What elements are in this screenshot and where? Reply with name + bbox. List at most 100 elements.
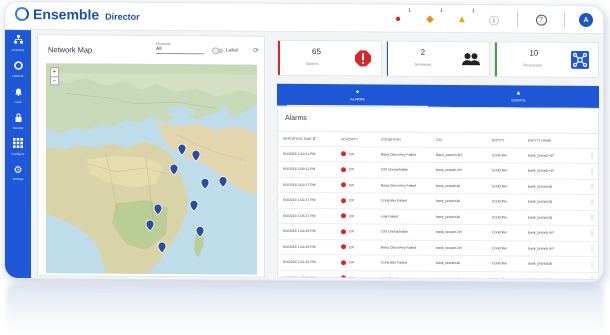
critical-severity-icon: [341, 229, 346, 235]
row-menu-icon[interactable]: ⋮: [586, 183, 598, 190]
stat-accent: [386, 41, 389, 76]
critical-severity-icon: [341, 244, 346, 250]
top-icons: ● 1 ◆ 1 ▲ 1 ⓘ ? A: [389, 8, 593, 29]
elements-select-value: All: [156, 45, 204, 55]
column-header-entity-name[interactable]: ENTITY NAME: [528, 138, 586, 142]
sidebar-item-label: Network: [12, 73, 24, 78]
severity-cell: CR: [341, 182, 381, 188]
severity-cell: CR: [341, 151, 381, 157]
entity-name-cell: bank_branch48: [528, 261, 553, 266]
column-header-entity[interactable]: ENTITY: [492, 138, 528, 142]
critical-severity-icon: [341, 213, 346, 219]
sidebar-item-security[interactable]: Security: [5, 108, 31, 134]
alarm-major-icon[interactable]: ◆ 1: [421, 8, 443, 28]
column-header-severity[interactable]: SEVERITY: [341, 137, 381, 141]
severity-text: CR: [349, 198, 355, 203]
stat-accent: [278, 40, 280, 75]
severity-cell: CR: [341, 167, 381, 173]
entity-name-cell: bank_branch-NY: [528, 230, 555, 235]
sidebar-item-settings[interactable]: ⚙ Settings: [5, 160, 31, 186]
warning-badge: 1: [472, 8, 475, 15]
column-header-condition[interactable]: CONDITION: [381, 137, 436, 141]
row-menu-icon[interactable]: ⋮: [586, 199, 598, 206]
lock-icon: [14, 112, 23, 123]
zoom-in-button[interactable]: +: [51, 68, 58, 76]
map-canvas: [46, 63, 257, 275]
refresh-icon[interactable]: ⟳: [253, 47, 259, 55]
reported-time-cell: 6/4/2018 1:02:25 PM: [283, 275, 316, 280]
sidebar-item-inventory[interactable]: Inventory: [5, 30, 31, 56]
info-icon[interactable]: ⓘ: [485, 10, 503, 28]
stat-label: Sessions: [414, 61, 431, 67]
divider: [517, 11, 518, 28]
table-row[interactable]: 6/4/2018 1:02:25 PM CR Link Failed bank_bra…: [278, 270, 599, 281]
toggle-knob: [212, 46, 219, 54]
reported-time-cell: 6/4/2018 1:02:25 PM: [283, 244, 316, 249]
critical-badge: 1: [408, 7, 411, 14]
sidebar-item-network[interactable]: Network: [5, 56, 31, 82]
grid-icon: [13, 137, 23, 150]
alarm-dot-icon: ●: [355, 89, 360, 96]
alarm-critical-icon[interactable]: ● 1: [389, 8, 411, 28]
cid-cell: bank_branch-NY: [436, 168, 463, 173]
row-menu-icon[interactable]: ⋮: [586, 168, 598, 175]
row-menu-icon[interactable]: ⋮: [586, 152, 598, 159]
severity-cell: CR: [341, 275, 381, 281]
row-menu-icon[interactable]: ⋮: [586, 276, 598, 280]
logo[interactable]: Ensemble Director: [15, 6, 140, 23]
stat-value: 2: [420, 47, 426, 57]
entity-name-cell: bank_branch-NY: [528, 153, 555, 158]
stat-accent: [495, 42, 497, 77]
divider: [564, 11, 565, 28]
product-name: Director: [105, 11, 140, 22]
cid-cell: bank_branch48: [436, 214, 461, 219]
entity-cell: Controller: [492, 246, 508, 251]
stat-card-sessions[interactable]: 2 Sessions: [385, 40, 491, 78]
stat-card-alarms[interactable]: 65 Alarms: [277, 39, 382, 77]
tab-label: EVENTS: [511, 98, 526, 103]
alarms-title: Alarms: [285, 114, 307, 123]
sort-icon: ⇵: [312, 136, 316, 142]
zoom-out-button[interactable]: −: [51, 76, 58, 85]
toggle-track: [212, 46, 223, 54]
zoom-control: + −: [50, 67, 59, 86]
row-menu-icon[interactable]: ⋮: [586, 245, 598, 252]
row-menu-icon[interactable]: ⋮: [586, 230, 598, 237]
gear-icon: ⚙: [13, 164, 23, 176]
elements-select[interactable]: Elements All: [156, 42, 204, 55]
users-icon: [461, 49, 481, 69]
help-icon[interactable]: ?: [532, 11, 550, 29]
alert-icon: [353, 48, 373, 68]
sidebar-item-fault[interactable]: Fault: [5, 82, 31, 108]
sidebar-item-configure[interactable]: Configure: [5, 134, 31, 160]
reported-time-cell: 6/4/2018 1:02:25 PM: [283, 229, 316, 234]
entity-name-cell: bank_branch48: [528, 184, 553, 189]
sidebar: Inventory Network Fault Security Configu…: [5, 29, 31, 279]
world-map[interactable]: + −: [46, 63, 257, 275]
network-map-card: Network Map Elements All Label ⟳ + −: [37, 34, 265, 278]
entity-name-cell: bank_branch48: [528, 215, 553, 220]
tab-alarms[interactable]: ● ALARMS: [277, 84, 438, 107]
sidebar-item-label: Settings: [12, 176, 24, 181]
severity-cell: CR: [341, 213, 381, 219]
reported-time-cell: 6/4/2018 2:02:27 PM: [283, 182, 316, 187]
critical-severity-icon: [341, 275, 346, 281]
severity-cell: CR: [341, 198, 381, 204]
alarm-event-tabs: ● ALARMS ▲ EVENTS: [277, 83, 599, 109]
reflection: [6, 283, 604, 335]
stat-card-processes[interactable]: 10 Processes: [494, 41, 600, 79]
avatar[interactable]: A: [579, 12, 593, 28]
alarms-table: REPORTED TIME ⇵ SEVERITY CONDITION CID E…: [278, 130, 599, 281]
label-toggle-text: Label: [226, 47, 239, 54]
row-menu-icon[interactable]: ⋮: [586, 261, 598, 268]
column-header-cid[interactable]: CID: [436, 138, 492, 142]
tab-events[interactable]: ▲ EVENTS: [438, 85, 599, 108]
row-menu-icon[interactable]: ⋮: [586, 214, 598, 221]
condition-cell: Beep Discovery Failed: [381, 152, 417, 157]
severity-text: CR: [349, 214, 355, 219]
entity-cell: Controller: [492, 184, 508, 189]
label-toggle[interactable]: Label: [212, 46, 239, 54]
alarm-warning-icon[interactable]: ▲ 1: [453, 8, 475, 28]
entity-name-cell: bank_branch-NY: [528, 246, 555, 251]
column-header-reported-time[interactable]: REPORTED TIME ⇵: [278, 136, 341, 141]
